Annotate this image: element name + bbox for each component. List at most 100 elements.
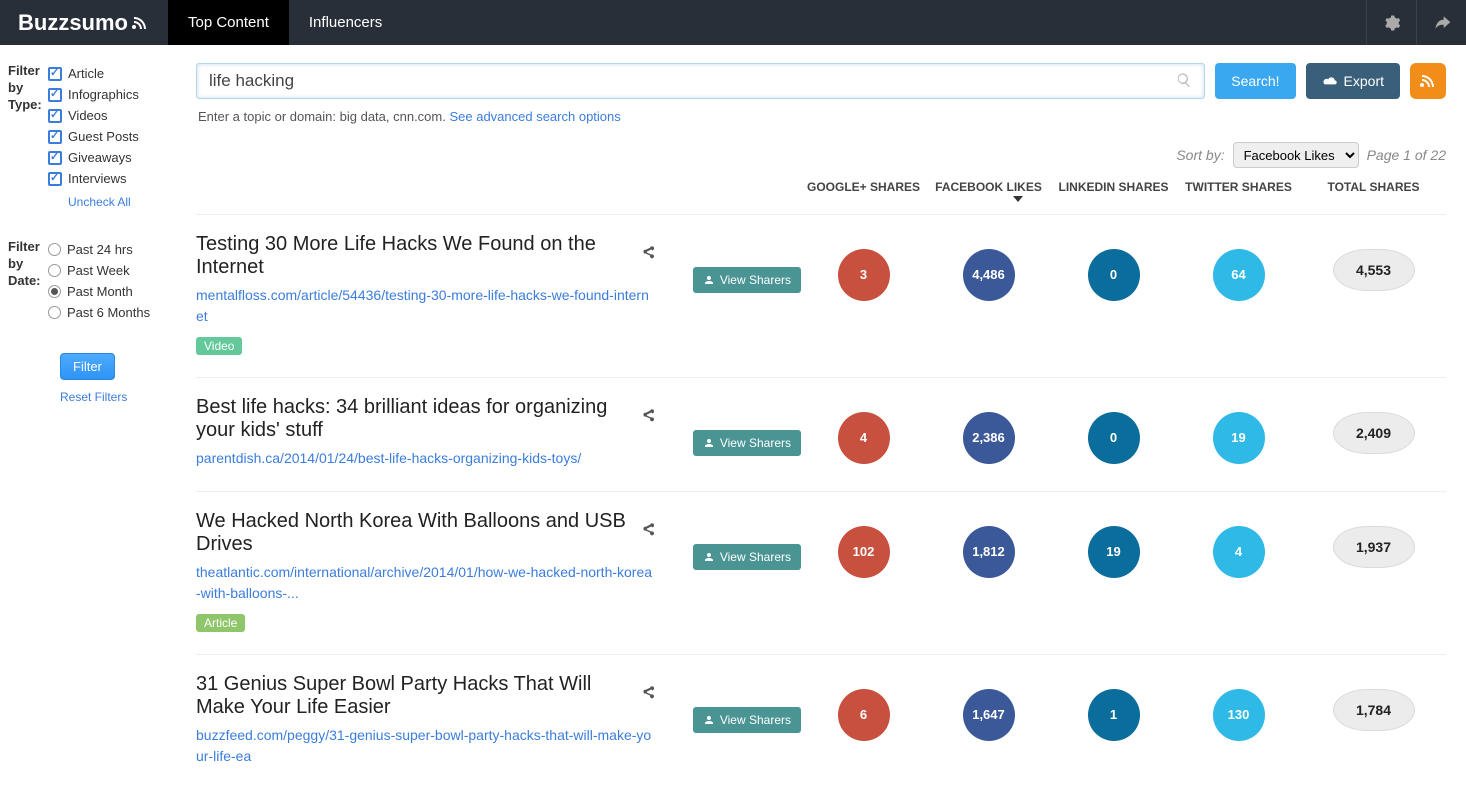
option-label: Giveaways bbox=[68, 150, 132, 165]
radio-icon bbox=[48, 264, 61, 277]
search-box[interactable] bbox=[196, 63, 1205, 99]
google-shares: 6 bbox=[838, 689, 890, 741]
result-row: 31 Genius Super Bowl Party Hacks That Wi… bbox=[196, 654, 1446, 789]
view-sharers-button[interactable]: View Sharers bbox=[693, 430, 801, 456]
google-shares: 102 bbox=[838, 526, 890, 578]
facebook-likes: 1,812 bbox=[963, 526, 1015, 578]
advanced-search-link[interactable]: See advanced search options bbox=[449, 109, 620, 124]
radio-icon bbox=[48, 306, 61, 319]
search-hint: Enter a topic or domain: big data, cnn.c… bbox=[196, 103, 1446, 142]
col-twitter[interactable]: TWITTER SHARES bbox=[1176, 180, 1301, 196]
filter-type-label: Filter by Type: bbox=[8, 63, 48, 209]
share-icon[interactable] bbox=[640, 244, 656, 267]
filter-date-option[interactable]: Past 6 Months bbox=[48, 302, 172, 323]
rss-button[interactable] bbox=[1410, 63, 1446, 99]
table-header: GOOGLE+ SHARES FACEBOOK LIKES LINKEDIN S… bbox=[196, 174, 1446, 214]
result-title[interactable]: 31 Genius Super Bowl Party Hacks That Wi… bbox=[196, 673, 656, 719]
share-icon[interactable] bbox=[640, 521, 656, 544]
view-sharers-button[interactable]: View Sharers bbox=[693, 707, 801, 733]
filter-date-option[interactable]: Past Week bbox=[48, 260, 172, 281]
content-tag: Video bbox=[196, 337, 242, 355]
option-label: Infographics bbox=[68, 87, 139, 102]
option-label: Past 6 Months bbox=[67, 305, 150, 320]
result-row: Testing 30 More Life Hacks We Found on t… bbox=[196, 214, 1446, 377]
filter-type-option[interactable]: Videos bbox=[48, 105, 172, 126]
checkbox-icon bbox=[48, 172, 62, 186]
search-button[interactable]: Search! bbox=[1215, 63, 1295, 99]
filter-type-option[interactable]: Interviews bbox=[48, 168, 172, 189]
filter-type-option[interactable]: Article bbox=[48, 63, 172, 84]
col-google[interactable]: GOOGLE+ SHARES bbox=[801, 180, 926, 196]
radio-icon bbox=[48, 285, 61, 298]
export-label: Export bbox=[1344, 73, 1384, 89]
filter-date-option[interactable]: Past Month bbox=[48, 281, 172, 302]
facebook-likes: 2,386 bbox=[963, 412, 1015, 464]
topbar: Buzzsumo Top Content Influencers bbox=[0, 0, 1466, 45]
option-label: Past Month bbox=[67, 284, 133, 299]
result-title[interactable]: We Hacked North Korea With Balloons and … bbox=[196, 510, 656, 556]
sidebar: Filter by Type: Article Infographics Video… bbox=[0, 45, 184, 789]
radio-icon bbox=[48, 243, 61, 256]
option-label: Past 24 hrs bbox=[67, 242, 133, 257]
twitter-shares: 130 bbox=[1213, 689, 1265, 741]
reset-filters-link[interactable]: Reset Filters bbox=[60, 380, 172, 404]
checkbox-icon bbox=[48, 88, 62, 102]
filter-type-option[interactable]: Guest Posts bbox=[48, 126, 172, 147]
option-label: Videos bbox=[68, 108, 108, 123]
uncheck-all-link[interactable]: Uncheck All bbox=[48, 189, 172, 209]
checkbox-icon bbox=[48, 67, 62, 81]
linkedin-shares: 19 bbox=[1088, 526, 1140, 578]
result-title[interactable]: Testing 30 More Life Hacks We Found on t… bbox=[196, 233, 656, 279]
filter-button[interactable]: Filter bbox=[60, 353, 115, 380]
facebook-likes: 4,486 bbox=[963, 249, 1015, 301]
view-sharers-button[interactable]: View Sharers bbox=[693, 267, 801, 293]
view-sharers-button[interactable]: View Sharers bbox=[693, 544, 801, 570]
hint-text: Enter a topic or domain: big data, cnn.c… bbox=[198, 109, 449, 124]
twitter-shares: 64 bbox=[1213, 249, 1265, 301]
page-indicator: Page 1 of 22 bbox=[1367, 147, 1446, 163]
content-tag: Article bbox=[196, 614, 245, 632]
tab-influencers[interactable]: Influencers bbox=[289, 0, 402, 45]
google-shares: 4 bbox=[838, 412, 890, 464]
linkedin-shares: 0 bbox=[1088, 412, 1140, 464]
search-icon[interactable] bbox=[1176, 72, 1192, 91]
share-icon[interactable] bbox=[640, 407, 656, 430]
logo-text: Buzzsumo bbox=[18, 10, 128, 36]
twitter-shares: 19 bbox=[1213, 412, 1265, 464]
settings-icon[interactable] bbox=[1366, 0, 1416, 45]
filter-type-options: Article Infographics Videos Guest Posts Give… bbox=[48, 63, 172, 209]
linkedin-shares: 0 bbox=[1088, 249, 1140, 301]
result-url[interactable]: mentalfloss.com/article/54436/testing-30… bbox=[196, 285, 656, 327]
col-facebook[interactable]: FACEBOOK LIKES bbox=[926, 180, 1051, 196]
result-url[interactable]: theatlantic.com/international/archive/20… bbox=[196, 562, 656, 604]
sort-select[interactable]: Facebook Likes bbox=[1233, 142, 1359, 168]
rss-icon bbox=[1418, 71, 1438, 91]
filter-type-option[interactable]: Giveaways bbox=[48, 147, 172, 168]
option-label: Past Week bbox=[67, 263, 130, 278]
share-arrow-icon[interactable] bbox=[1416, 0, 1466, 45]
col-total[interactable]: TOTAL SHARES bbox=[1301, 180, 1446, 194]
col-linkedin[interactable]: LINKEDIN SHARES bbox=[1051, 180, 1176, 196]
share-icon[interactable] bbox=[640, 684, 656, 707]
checkbox-icon bbox=[48, 109, 62, 123]
total-shares: 1,784 bbox=[1333, 689, 1415, 731]
results-list: Testing 30 More Life Hacks We Found on t… bbox=[196, 214, 1446, 789]
filter-date-option[interactable]: Past 24 hrs bbox=[48, 239, 172, 260]
result-url[interactable]: buzzfeed.com/peggy/31-genius-super-bowl-… bbox=[196, 725, 656, 767]
total-shares: 4,553 bbox=[1333, 249, 1415, 291]
result-title[interactable]: Best life hacks: 34 brilliant ideas for … bbox=[196, 396, 656, 442]
linkedin-shares: 1 bbox=[1088, 689, 1140, 741]
option-label: Guest Posts bbox=[68, 129, 139, 144]
tab-top-content[interactable]: Top Content bbox=[168, 0, 289, 45]
filter-date-label: Filter by Date: bbox=[8, 239, 48, 323]
checkbox-icon bbox=[48, 151, 62, 165]
logo[interactable]: Buzzsumo bbox=[0, 0, 168, 45]
filter-type-option[interactable]: Infographics bbox=[48, 84, 172, 105]
result-url[interactable]: parentdish.ca/2014/01/24/best-life-hacks… bbox=[196, 448, 656, 469]
search-input[interactable] bbox=[209, 71, 1176, 91]
export-button[interactable]: Export bbox=[1306, 63, 1400, 99]
checkbox-icon bbox=[48, 130, 62, 144]
total-shares: 2,409 bbox=[1333, 412, 1415, 454]
facebook-likes: 1,647 bbox=[963, 689, 1015, 741]
option-label: Interviews bbox=[68, 171, 127, 186]
